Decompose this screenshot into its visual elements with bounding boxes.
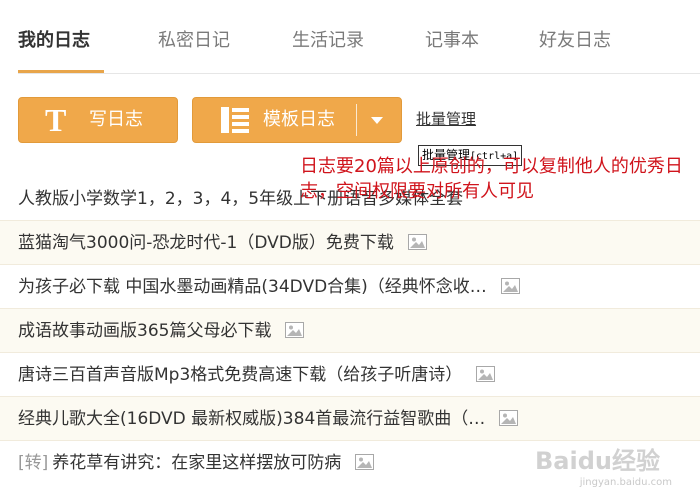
repost-tag: [转] (18, 453, 49, 473)
annotation-note: 日志要20篇以上原创的，可以复制他人的优秀日志，空间权限要对所有人可见 (300, 156, 683, 202)
list-item[interactable]: 为孩子必下载 中国水墨动画精品(34DVD合集)（经典怀念收… (0, 265, 700, 309)
list-item-title[interactable]: 唐诗三百首声音版Mp3格式免费高速下载（给孩子听唐诗） (18, 365, 496, 385)
diary-page: 我的日志 私密日记 生活记录 记事本 好友日志 T 写日志 模板日志 批量管理 … (0, 0, 700, 490)
list-item[interactable]: 经典儿歌大全(16DVD 最新权威版)384首最流行益智歌曲（… (0, 397, 700, 441)
list-item-title-text: 养花草有讲究：在家里这样摆放可防病 (52, 453, 342, 473)
list-item[interactable]: 蓝猫淘气3000问-恐龙时代-1（DVD版）免费下载 (0, 221, 700, 265)
list-item-title-text: 成语故事动画版365篇父母必下载 (18, 321, 272, 341)
baidu-watermark: Baidu经验 (535, 447, 660, 475)
image-icon (476, 366, 496, 382)
template-diary-label: 模板日志 (263, 109, 335, 130)
tab-my-diary[interactable]: 我的日志 (18, 26, 90, 52)
baidu-watermark-url: jingyan.baidu.com (579, 477, 672, 488)
list-item-title-text: 唐诗三百首声音版Mp3格式免费高速下载（给孩子听唐诗） (18, 365, 463, 385)
tab-divider (18, 73, 700, 74)
chevron-down-icon[interactable] (371, 117, 383, 124)
list-item-title[interactable]: [转] 养花草有讲究：在家里这样摆放可防病 (18, 453, 375, 473)
image-icon (407, 234, 427, 250)
image-icon (500, 278, 520, 294)
list-item-title-text: 为孩子必下载 中国水墨动画精品(34DVD合集)（经典怀念收… (18, 277, 487, 297)
write-diary-label: 写日志 (89, 109, 143, 130)
write-diary-button[interactable]: T 写日志 (18, 97, 178, 143)
tab-private-diary[interactable]: 私密日记 (158, 26, 230, 52)
tab-bar: 我的日志 私密日记 生活记录 记事本 好友日志 (0, 0, 700, 76)
list-item[interactable]: 成语故事动画版365篇父母必下载 (0, 309, 700, 353)
template-diary-button[interactable]: 模板日志 (192, 97, 402, 143)
list-item-title[interactable]: 成语故事动画版365篇父母必下载 (18, 321, 305, 341)
list-item-title[interactable]: 蓝猫淘气3000问-恐龙时代-1（DVD版）免费下载 (18, 233, 427, 253)
batch-manage-link[interactable]: 批量管理 (416, 108, 476, 129)
dropdown-separator (356, 104, 357, 136)
image-icon (499, 410, 519, 426)
list-icon (221, 107, 249, 133)
tab-friends-diary[interactable]: 好友日志 (539, 26, 611, 52)
tab-life-record[interactable]: 生活记录 (292, 26, 364, 52)
image-icon (285, 322, 305, 338)
list-item-title[interactable]: 为孩子必下载 中国水墨动画精品(34DVD合集)（经典怀念收… (18, 277, 520, 297)
text-t-icon: T (45, 102, 67, 138)
list-item-title-text: 经典儿歌大全(16DVD 最新权威版)384首最流行益智歌曲（… (18, 409, 486, 429)
image-icon (355, 454, 375, 470)
list-item[interactable]: 唐诗三百首声音版Mp3格式免费高速下载（给孩子听唐诗） (0, 353, 700, 397)
list-item-title-text: 蓝猫淘气3000问-恐龙时代-1（DVD版）免费下载 (18, 233, 394, 253)
tab-notebook[interactable]: 记事本 (425, 26, 479, 52)
list-item-title[interactable]: 经典儿歌大全(16DVD 最新权威版)384首最流行益智歌曲（… (18, 409, 519, 429)
